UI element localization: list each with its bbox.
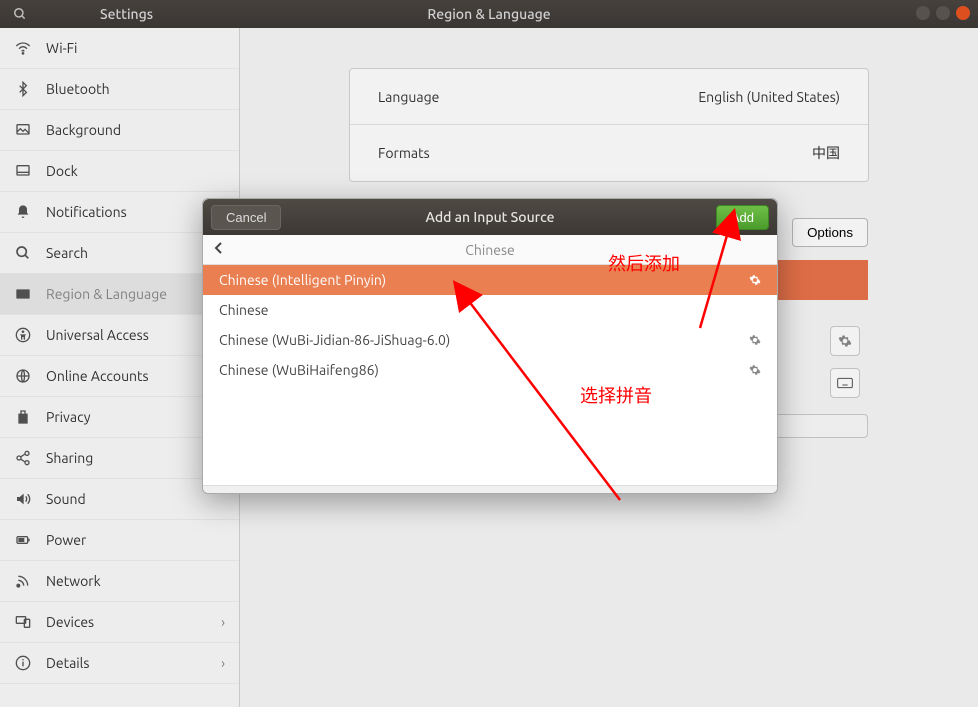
sidebar-item-label: Network	[46, 573, 225, 589]
input-source-item[interactable]: Chinese (WuBi-Jidian-86-JiShuag-6.0)	[203, 325, 777, 355]
sidebar-item-bluetooth[interactable]: Bluetooth	[0, 69, 239, 110]
sidebar-item-label: Wi-Fi	[46, 40, 225, 56]
dialog-language: Chinese	[465, 242, 515, 258]
search-icon[interactable]	[0, 0, 40, 28]
options-button[interactable]: Options	[792, 218, 868, 247]
privacy-icon	[14, 408, 32, 426]
sidebar-item-wifi[interactable]: Wi-Fi	[0, 28, 239, 69]
bluetooth-icon	[14, 80, 32, 98]
formats-label: Formats	[378, 145, 430, 161]
dialog-footer	[203, 485, 777, 493]
online-icon	[14, 367, 32, 385]
background-icon	[14, 121, 32, 139]
titlebar: Settings Region & Language	[0, 0, 978, 28]
sidebar-item-dock[interactable]: Dock	[0, 151, 239, 192]
dialog-title: Add an Input Source	[426, 209, 555, 225]
close-button[interactable]	[956, 6, 970, 20]
chevron-right-icon: ›	[221, 614, 225, 630]
sidebar-item-background[interactable]: Background	[0, 110, 239, 151]
input-source-item[interactable]: Chinese (Intelligent Pinyin)	[203, 265, 777, 295]
language-value: English (United States)	[698, 89, 840, 105]
input-source-label: Chinese (WuBi-Jidian-86-JiShuag-6.0)	[219, 332, 450, 348]
settings-panel: Language English (United States) Formats…	[349, 68, 869, 182]
window-controls	[916, 6, 970, 20]
sound-icon	[14, 490, 32, 508]
sidebar-item-label: Bluetooth	[46, 81, 225, 97]
sidebar-item-label: Region & Language	[46, 286, 225, 302]
maximize-button[interactable]	[936, 6, 950, 20]
sidebar-item-label: Sound	[46, 491, 225, 507]
dock-icon	[14, 162, 32, 180]
region-icon	[14, 285, 32, 303]
gear-icon	[749, 274, 761, 286]
cancel-button[interactable]: Cancel	[211, 205, 281, 230]
gear-icon	[749, 364, 761, 376]
sidebar-item-label: Search	[46, 245, 225, 261]
access-icon	[14, 326, 32, 344]
input-source-label: Chinese (Intelligent Pinyin)	[219, 272, 386, 288]
gear-icon[interactable]	[830, 326, 860, 356]
sidebar-item-label: Dock	[46, 163, 225, 179]
power-icon	[14, 531, 32, 549]
back-icon[interactable]	[213, 241, 223, 255]
input-source-list: Chinese (Intelligent Pinyin) Chinese Chine…	[203, 265, 777, 385]
gear-icon	[749, 334, 761, 346]
formats-value: 中国	[812, 143, 840, 163]
sidebar-item-label: Power	[46, 532, 225, 548]
devices-icon	[14, 613, 32, 631]
sidebar-item-label: Universal Access	[46, 327, 225, 343]
sidebar-item-label: Online Accounts	[46, 368, 225, 384]
language-row[interactable]: Language English (United States)	[350, 69, 868, 125]
settings-label: Settings	[100, 6, 153, 22]
network-icon	[14, 572, 32, 590]
sidebar-item-label: Devices	[46, 614, 207, 630]
sidebar-item-details[interactable]: Details ›	[0, 643, 239, 684]
input-source-item[interactable]: Chinese	[203, 295, 777, 325]
minimize-button[interactable]	[916, 6, 930, 20]
sidebar-item-label: Sharing	[46, 450, 225, 466]
input-source-label: Chinese (WuBiHaifeng86)	[219, 362, 379, 378]
sidebar-item-label: Notifications	[46, 204, 225, 220]
add-input-source-dialog: Cancel Add an Input Source Add Chinese C…	[202, 198, 778, 494]
dialog-header: Cancel Add an Input Source Add	[203, 199, 777, 235]
sidebar-item-power[interactable]: Power	[0, 520, 239, 561]
wifi-icon	[14, 39, 32, 57]
input-source-item[interactable]: Chinese (WuBiHaifeng86)	[203, 355, 777, 385]
list-empty-space	[203, 385, 777, 485]
dialog-subheader: Chinese	[203, 235, 777, 265]
sidebar-item-label: Background	[46, 122, 225, 138]
details-icon	[14, 654, 32, 672]
sidebar-item-devices[interactable]: Devices ›	[0, 602, 239, 643]
sharing-icon	[14, 449, 32, 467]
sidebar-item-label: Details	[46, 655, 207, 671]
chevron-right-icon: ›	[221, 655, 225, 671]
page-title: Region & Language	[427, 6, 550, 22]
formats-row[interactable]: Formats 中国	[350, 125, 868, 181]
keyboard-icon[interactable]	[830, 368, 860, 398]
sidebar-item-network[interactable]: Network	[0, 561, 239, 602]
language-label: Language	[378, 89, 439, 105]
search-icon	[14, 244, 32, 262]
add-button[interactable]: Add	[716, 205, 769, 230]
input-source-label: Chinese	[219, 302, 269, 318]
sidebar-item-label: Privacy	[46, 409, 225, 425]
bell-icon	[14, 203, 32, 221]
